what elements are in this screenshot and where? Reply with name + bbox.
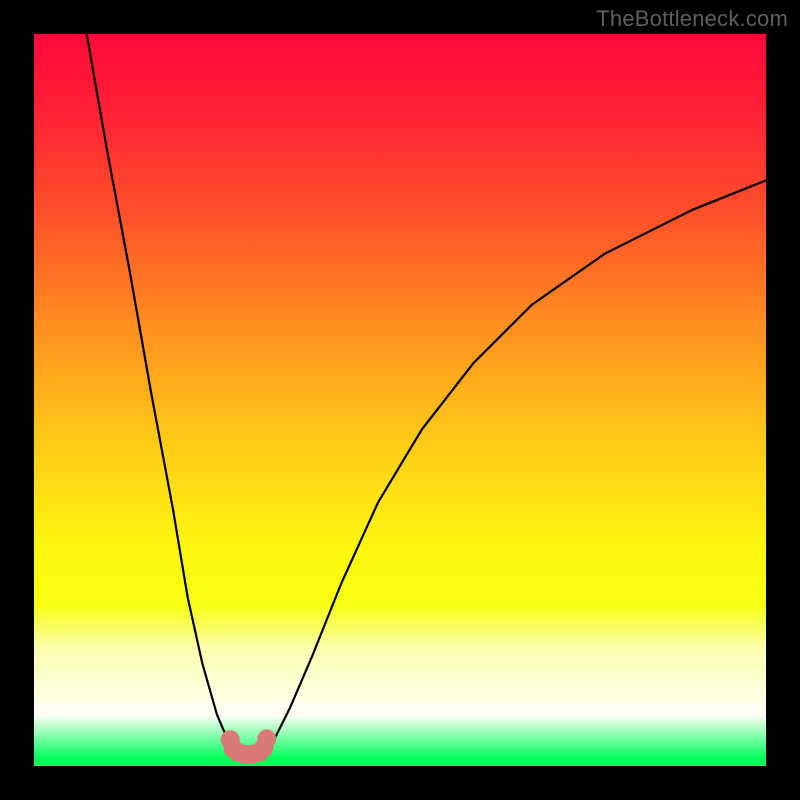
plot-area bbox=[34, 34, 766, 766]
chart-frame: TheBottleneck.com bbox=[0, 0, 800, 800]
marker-cluster bbox=[221, 729, 277, 763]
watermark-text: TheBottleneck.com bbox=[596, 6, 788, 32]
curve-right-branch bbox=[265, 180, 766, 751]
marker-dot bbox=[257, 729, 276, 748]
curve-left-branch bbox=[87, 34, 236, 751]
chart-svg bbox=[34, 34, 766, 766]
